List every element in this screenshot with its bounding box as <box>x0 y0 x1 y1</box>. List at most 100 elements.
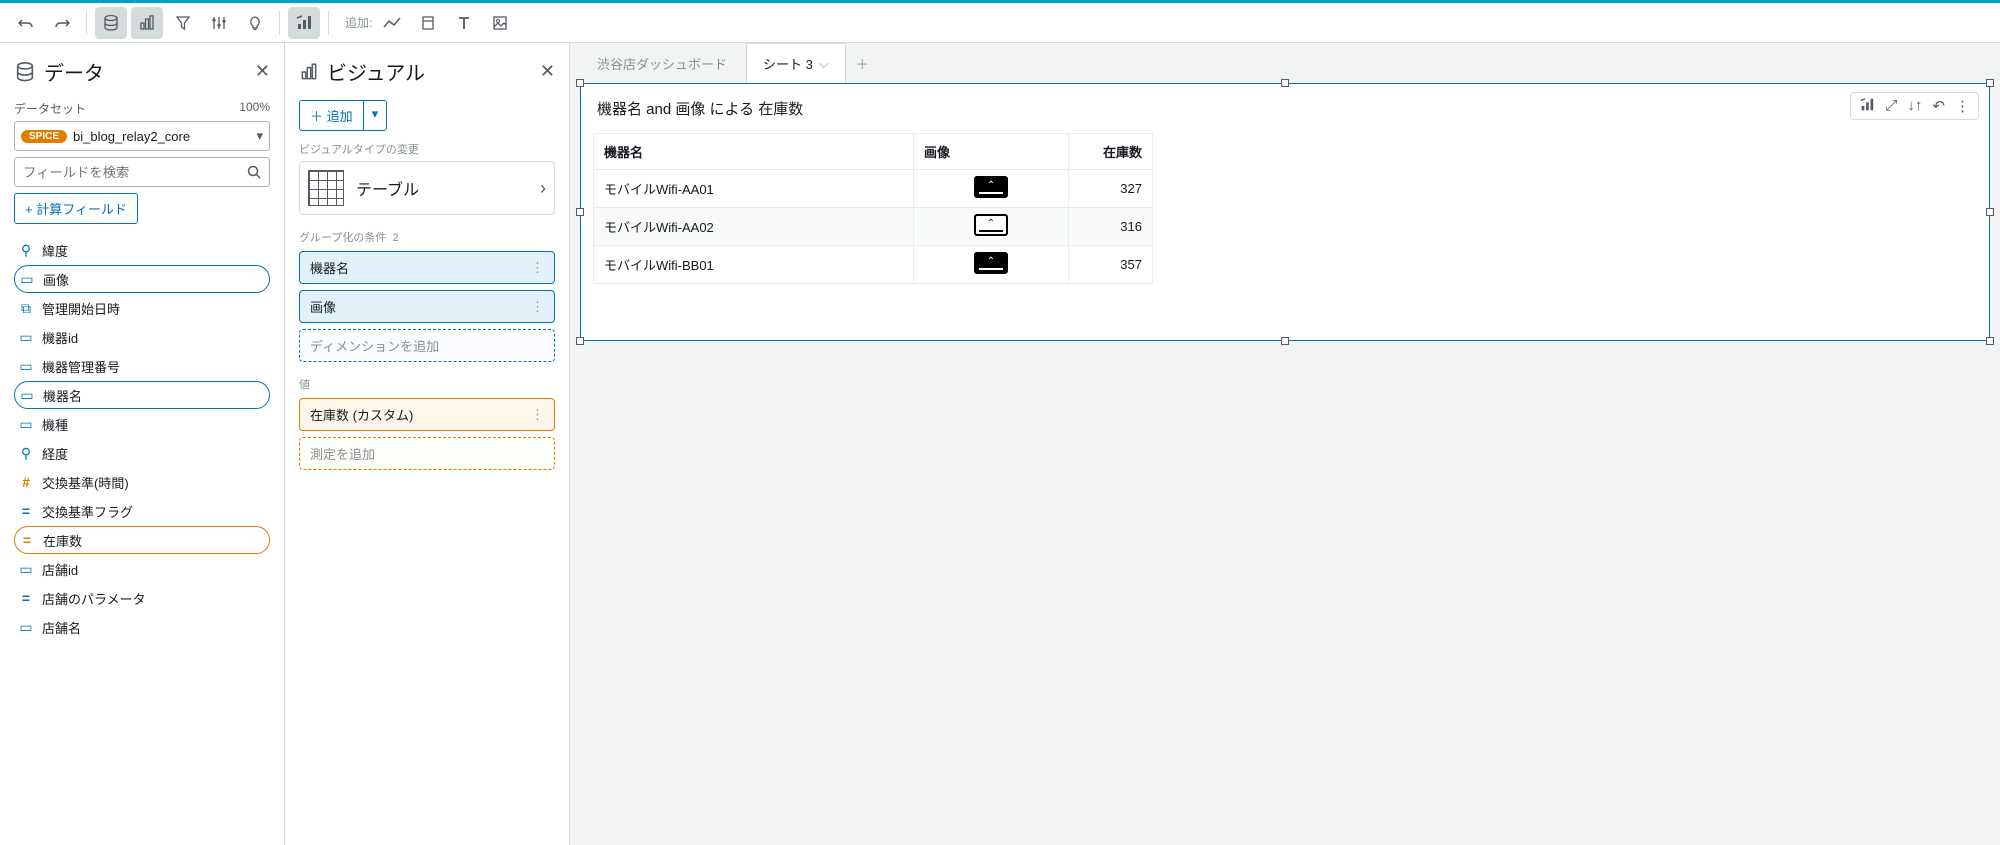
add-visual-row: ＋ 追加 ▾ <box>299 100 555 131</box>
resize-handle-ne[interactable] <box>1986 79 1994 87</box>
search-icon[interactable] <box>239 158 269 186</box>
visual-frame[interactable]: ⤢ ↓↑ ↶ ⋮ 機器名 and 画像 による 在庫数 機器名 画像 在庫数 モ… <box>580 83 1990 341</box>
top-toolbar: 追加: <box>0 3 2000 43</box>
theme-button[interactable] <box>288 7 320 39</box>
dataset-selector[interactable]: SPICE bi_blog_relay2_core ▾ <box>14 121 270 151</box>
string-icon: ▭ <box>18 358 34 375</box>
add-text-button[interactable] <box>448 7 480 39</box>
pill-menu[interactable]: ⋮ <box>531 407 544 423</box>
group-by-section: グループ化の条件 2 機器名⋮ 画像⋮ ディメンションを追加 <box>299 229 555 362</box>
string-icon: ▭ <box>18 619 34 636</box>
tab-sheet-3[interactable]: シート 3⌵ <box>746 43 846 83</box>
resize-handle-s[interactable] <box>1281 337 1289 345</box>
add-calc-field-button[interactable]: + 計算フィールド <box>14 193 138 224</box>
data-panel: データ ✕ データセット 100% SPICE bi_blog_relay2_c… <box>0 43 285 845</box>
field-store-id[interactable]: ▭店舗id <box>14 555 270 583</box>
redo-button[interactable] <box>46 7 78 39</box>
field-device-mgmt-no[interactable]: ▭機器管理番号 <box>14 352 270 380</box>
group-by-header: グループ化の条件 2 <box>299 229 555 245</box>
table-row[interactable]: モバイルWifi-BB01 ⌃ 357 <box>594 246 1153 284</box>
add-dimension-well[interactable]: ディメンションを追加 <box>299 329 555 362</box>
field-latitude[interactable]: ⚲緯度 <box>14 236 270 264</box>
resize-handle-se[interactable] <box>1986 337 1994 345</box>
cell-stock: 316 <box>1069 208 1153 246</box>
chevron-down-icon: ⌵ <box>819 56 829 72</box>
cell-device-name: モバイルWifi-AA01 <box>594 170 914 208</box>
pill-menu[interactable]: ⋮ <box>531 299 544 315</box>
field-label: 機器id <box>42 328 78 347</box>
field-replace-hours[interactable]: #交換基準(時間) <box>14 468 270 496</box>
col-stock[interactable]: 在庫数 <box>1069 134 1153 170</box>
close-visual-panel[interactable]: ✕ <box>540 61 555 82</box>
resize-handle-sw[interactable] <box>576 337 584 345</box>
table-row[interactable]: モバイルWifi-AA02 ⌃ 316 <box>594 208 1153 246</box>
field-device-id[interactable]: ▭機器id <box>14 323 270 351</box>
add-label: 追加: <box>345 14 372 31</box>
date-icon: ⧉ <box>18 300 34 317</box>
calc-icon: = <box>19 532 35 548</box>
dimension-pill-image[interactable]: 画像⋮ <box>299 290 555 323</box>
field-image[interactable]: ▭画像 <box>14 265 270 293</box>
resize-handle-nw[interactable] <box>576 79 584 87</box>
add-measure-well[interactable]: 測定を追加 <box>299 437 555 470</box>
reset-icon[interactable]: ↶ <box>1932 97 1945 115</box>
add-visual-dropdown[interactable]: ▾ <box>363 100 388 131</box>
field-longitude[interactable]: ⚲ 経度 <box>14 439 270 467</box>
parameters-button[interactable] <box>203 7 235 39</box>
calc-icon: = <box>18 503 34 519</box>
add-tab-button[interactable]: ＋ <box>848 46 877 81</box>
add-image-button[interactable] <box>484 7 516 39</box>
resize-handle-w[interactable] <box>576 208 584 216</box>
field-device-name[interactable]: ▭機器名 <box>14 381 270 409</box>
close-data-panel[interactable]: ✕ <box>255 61 270 82</box>
string-icon: ▭ <box>18 416 34 433</box>
cell-image: ⌃ <box>914 170 1069 208</box>
field-stock[interactable]: = 在庫数 <box>14 526 270 554</box>
string-icon: ▭ <box>19 387 35 404</box>
add-visual-button[interactable]: ＋ 追加 <box>299 100 363 131</box>
data-panel-toggle[interactable] <box>95 7 127 39</box>
undo-button[interactable] <box>10 7 42 39</box>
visual-title[interactable]: 機器名 and 画像 による 在庫数 <box>581 84 1989 133</box>
dataset-label: データセット <box>14 100 86 117</box>
field-label: 管理開始日時 <box>42 299 120 318</box>
field-replace-flag[interactable]: =交換基準フラグ <box>14 497 270 525</box>
change-type-label: ビジュアルタイプの変更 <box>299 141 555 157</box>
table-icon <box>308 170 344 206</box>
number-icon: # <box>18 474 34 490</box>
field-list: ⚲緯度 ▭画像 ⧉管理開始日時 ▭機器id ▭機器管理番号 ▭機器名 ▭機種 ⚲… <box>14 236 270 641</box>
col-device-name[interactable]: 機器名 <box>594 134 914 170</box>
dataset-label-row: データセット 100% <box>14 100 270 117</box>
field-label: 在庫数 <box>43 531 82 550</box>
field-start-date[interactable]: ⧉ 管理開始日時 <box>14 294 270 322</box>
sort-icon[interactable]: ↓↑ <box>1907 97 1922 115</box>
add-line-button[interactable] <box>376 7 408 39</box>
visual-type-selector[interactable]: テーブル › <box>299 161 555 215</box>
search-input[interactable] <box>15 158 239 186</box>
measure-pill-stock[interactable]: 在庫数 (カスタム)⋮ <box>299 398 555 431</box>
geo-icon: ⚲ <box>18 445 34 462</box>
separator <box>279 11 280 35</box>
dimension-pill-device-name[interactable]: 機器名⋮ <box>299 251 555 284</box>
filter-button[interactable] <box>167 7 199 39</box>
resize-handle-e[interactable] <box>1986 208 1994 216</box>
field-label: 機種 <box>42 415 68 434</box>
pill-menu[interactable]: ⋮ <box>531 260 544 276</box>
resize-handle-n[interactable] <box>1281 79 1289 87</box>
field-model[interactable]: ▭ 機種 <box>14 410 270 438</box>
autograph-icon[interactable] <box>1859 97 1875 115</box>
field-store-name[interactable]: ▭店舗名 <box>14 613 270 641</box>
expand-icon[interactable]: ⤢ <box>1885 97 1897 115</box>
col-image[interactable]: 画像 <box>914 134 1069 170</box>
field-search <box>14 157 270 187</box>
field-label: 緯度 <box>42 241 68 260</box>
visual-panel-toggle[interactable] <box>131 7 163 39</box>
field-label: 経度 <box>42 444 68 463</box>
insights-button[interactable] <box>239 7 271 39</box>
field-store-params[interactable]: =店舗のパラメータ <box>14 584 270 612</box>
more-menu-icon[interactable]: ⋮ <box>1955 97 1970 115</box>
add-insight-button[interactable] <box>412 7 444 39</box>
tab-shibuya-dashboard[interactable]: 渋谷店ダッシュボード <box>580 43 744 84</box>
table-header-row: 機器名 画像 在庫数 <box>594 134 1153 170</box>
table-row[interactable]: モバイルWifi-AA01 ⌃ 327 <box>594 170 1153 208</box>
